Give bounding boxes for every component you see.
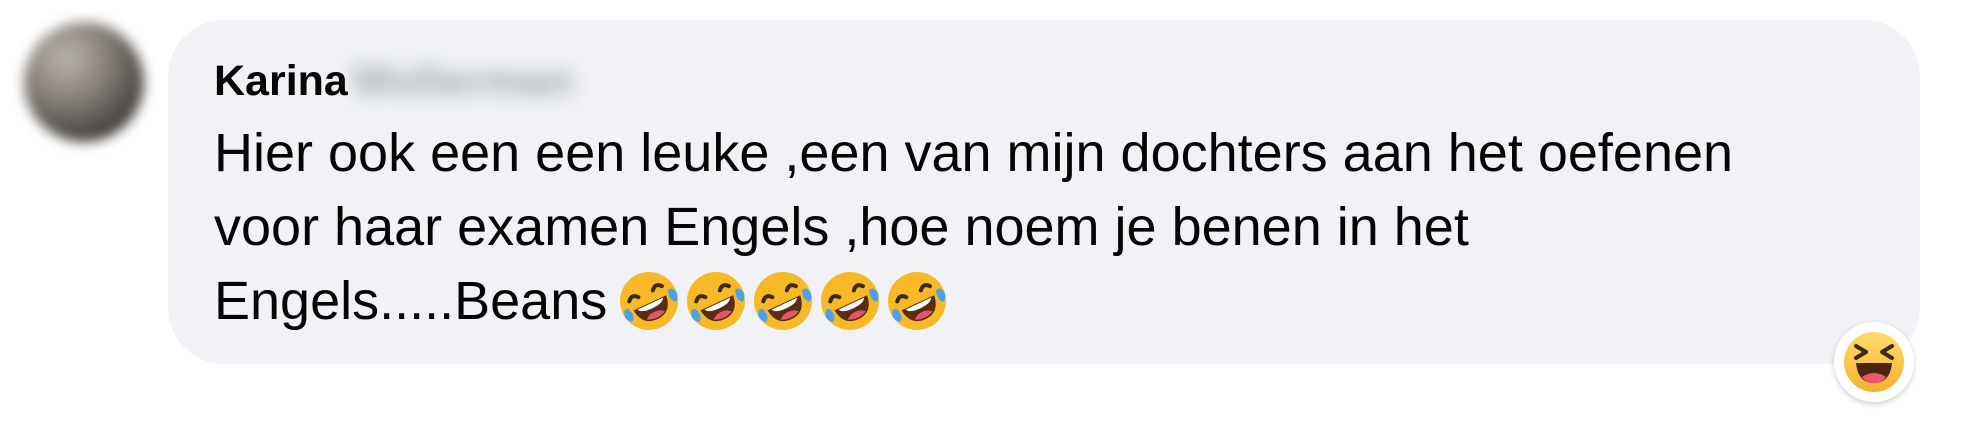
haha-reaction-badge[interactable] (1834, 322, 1914, 402)
author-last-name-blurred: Wolterman (351, 57, 574, 105)
comment-bubble: Karina Wolterman Hier ook een een leuke … (168, 20, 1920, 364)
avatar[interactable] (24, 22, 144, 142)
author-first-name: Karina (214, 57, 348, 105)
rofl-emoji-icon (620, 271, 679, 330)
author-name[interactable]: Karina Wolterman (214, 52, 1872, 110)
rofl-emoji-icon (888, 271, 947, 330)
comment-body: Hier ook een een leuke ,een van mijn doc… (214, 123, 1734, 331)
comment: Karina Wolterman Hier ook een een leuke … (0, 0, 1984, 437)
rofl-emoji-icon (754, 271, 813, 330)
rofl-emoji-icon (687, 271, 746, 330)
haha-reaction-icon (1844, 332, 1904, 392)
comment-text: Hier ook een een leuke ,een van mijn doc… (214, 116, 1872, 338)
rofl-emoji-icon (821, 271, 880, 330)
emoji-row (617, 269, 949, 333)
